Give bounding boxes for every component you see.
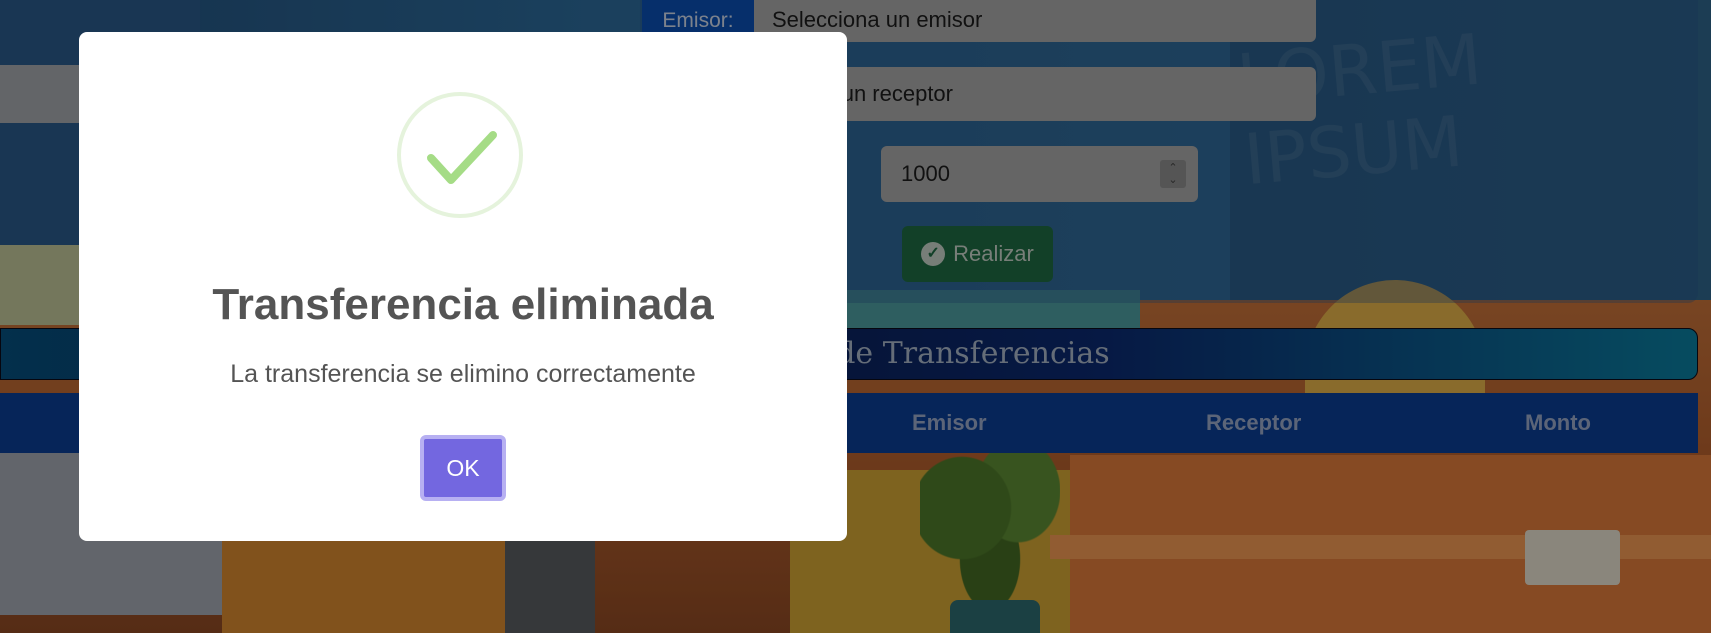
success-dialog: Transferencia eliminada La transferencia… (79, 32, 847, 541)
checkmark-icon (427, 131, 497, 184)
ok-button[interactable]: OK (420, 435, 506, 501)
dialog-message: La transferencia se elimino correctament… (230, 360, 696, 388)
dialog-title: Transferencia eliminada (212, 280, 714, 329)
success-check-icon (397, 92, 523, 218)
